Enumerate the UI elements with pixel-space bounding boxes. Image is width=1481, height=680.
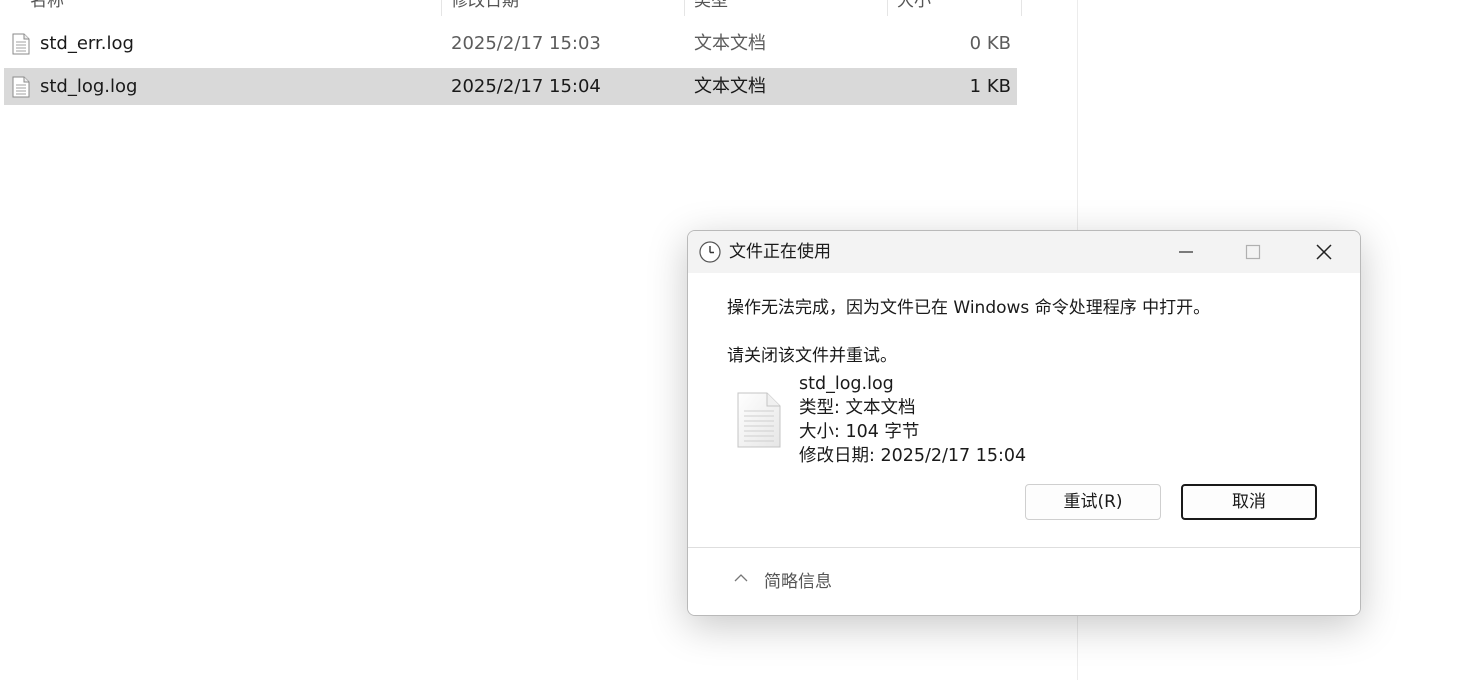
- dialog-titlebar[interactable]: 文件正在使用: [688, 231, 1360, 273]
- minimize-button[interactable]: [1158, 231, 1214, 273]
- text-file-icon: [12, 33, 30, 55]
- file-size: 1 KB: [969, 76, 1011, 97]
- file-modified: 2025/2/17 15:03: [451, 33, 601, 54]
- column-divider[interactable]: [887, 0, 888, 16]
- dialog-instruction: 请关闭该文件并重试。: [727, 346, 897, 366]
- column-header-size[interactable]: 大小: [897, 0, 931, 14]
- file-in-use-dialog: 文件正在使用 操作无法完成，因为文件已在 Windows 命令处理程序 中打开。…: [687, 230, 1361, 616]
- close-button[interactable]: [1296, 231, 1352, 273]
- file-row-std-log[interactable]: std_log.log 2025/2/17 15:04 文本文档 1 KB: [4, 68, 1017, 105]
- text-document-icon: [737, 392, 781, 448]
- file-type: 文本文档: [694, 76, 766, 97]
- file-info-modified: 修改日期: 2025/2/17 15:04: [799, 446, 1027, 466]
- file-name: std_log.log: [40, 76, 138, 97]
- column-divider[interactable]: [1021, 0, 1022, 16]
- retry-button[interactable]: 重试(R): [1025, 484, 1161, 520]
- file-size: 0 KB: [969, 33, 1011, 54]
- column-header-modified[interactable]: 修改日期: [451, 0, 519, 14]
- text-file-icon: [12, 76, 30, 98]
- file-type: 文本文档: [694, 33, 766, 54]
- file-info-size: 大小: 104 字节: [799, 422, 920, 442]
- clock-icon: [699, 241, 721, 263]
- dialog-footer: 简略信息: [688, 548, 1360, 615]
- chevron-up-icon[interactable]: [734, 573, 748, 583]
- file-modified: 2025/2/17 15:04: [451, 76, 601, 97]
- column-header-name[interactable]: 名称: [30, 0, 64, 14]
- dialog-title: 文件正在使用: [729, 242, 831, 262]
- column-divider[interactable]: [441, 0, 442, 16]
- file-row-std-err[interactable]: std_err.log 2025/2/17 15:03 文本文档 0 KB: [4, 25, 1017, 62]
- maximize-button: [1225, 231, 1281, 273]
- column-header-row: 名称 修改日期 类型 大小: [0, 0, 1022, 16]
- minimize-icon: [1179, 251, 1193, 253]
- file-info-name: std_log.log: [799, 374, 894, 394]
- file-info-type: 类型: 文本文档: [799, 398, 916, 418]
- maximize-icon: [1245, 244, 1261, 260]
- focus-ring: [1185, 488, 1313, 516]
- cancel-button[interactable]: 取消: [1181, 484, 1317, 520]
- column-divider[interactable]: [684, 0, 685, 16]
- fewer-details-toggle[interactable]: 简略信息: [764, 567, 832, 592]
- file-name: std_err.log: [40, 33, 134, 54]
- column-header-type[interactable]: 类型: [694, 0, 728, 14]
- close-icon: [1316, 244, 1332, 260]
- dialog-message: 操作无法完成，因为文件已在 Windows 命令处理程序 中打开。: [727, 298, 1211, 318]
